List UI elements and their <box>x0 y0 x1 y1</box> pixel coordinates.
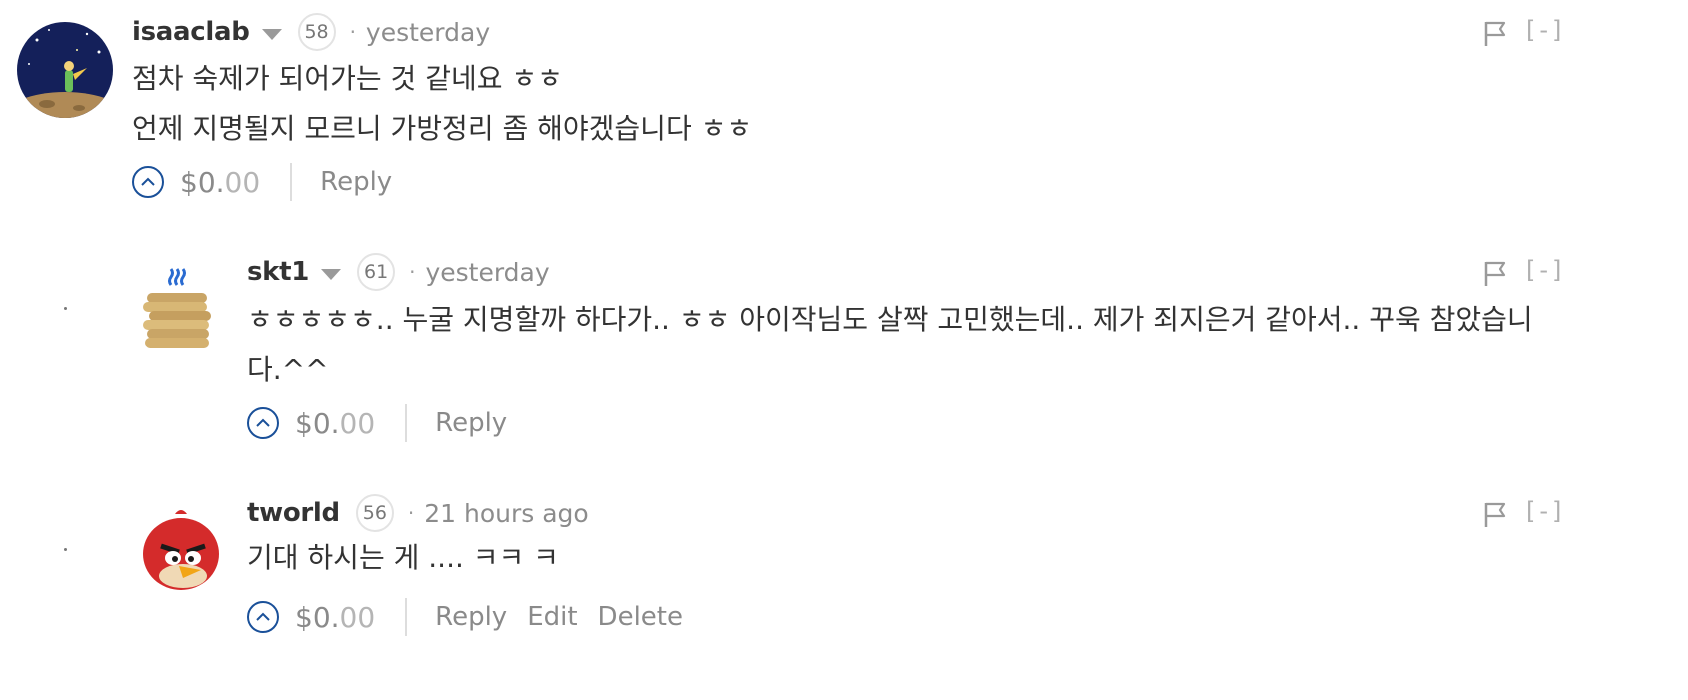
comment-body: 기대 하시는 게 .... ㅋㅋ ㅋ <box>247 533 559 583</box>
delete-link[interactable]: Delete <box>598 602 683 632</box>
payout-dollars: $0. <box>295 600 340 634</box>
payout-amount[interactable]: $0.00 <box>295 601 375 634</box>
chevron-up-icon <box>256 612 270 621</box>
reply-link[interactable]: Reply <box>435 602 507 632</box>
collapse-toggle[interactable]: [-] <box>1526 497 1565 525</box>
avatar[interactable] <box>131 504 227 600</box>
separator-dot: · <box>407 501 415 525</box>
comment-tworld: tworld 56 · 21 hours ago [-] 기대 하시는 게 ..… <box>0 0 1688 700</box>
timestamp[interactable]: 21 hours ago <box>424 499 588 528</box>
payout-cents: 00 <box>339 600 376 634</box>
red-bird-avatar-icon <box>131 504 227 600</box>
comment-footer: $0.00 Reply Edit Delete <box>247 595 703 639</box>
footer-divider <box>405 598 408 636</box>
edit-link[interactable]: Edit <box>527 602 577 632</box>
reputation-badge: 56 <box>355 494 394 532</box>
author-name[interactable]: tworld <box>247 498 340 528</box>
thread-line-dot <box>64 548 67 551</box>
comment-line: 기대 하시는 게 .... ㅋㅋ ㅋ <box>247 541 559 574</box>
comment-header: tworld 56 · 21 hours ago <box>247 493 589 533</box>
upvote-button[interactable] <box>247 601 279 633</box>
flag-icon[interactable] <box>1482 501 1508 529</box>
